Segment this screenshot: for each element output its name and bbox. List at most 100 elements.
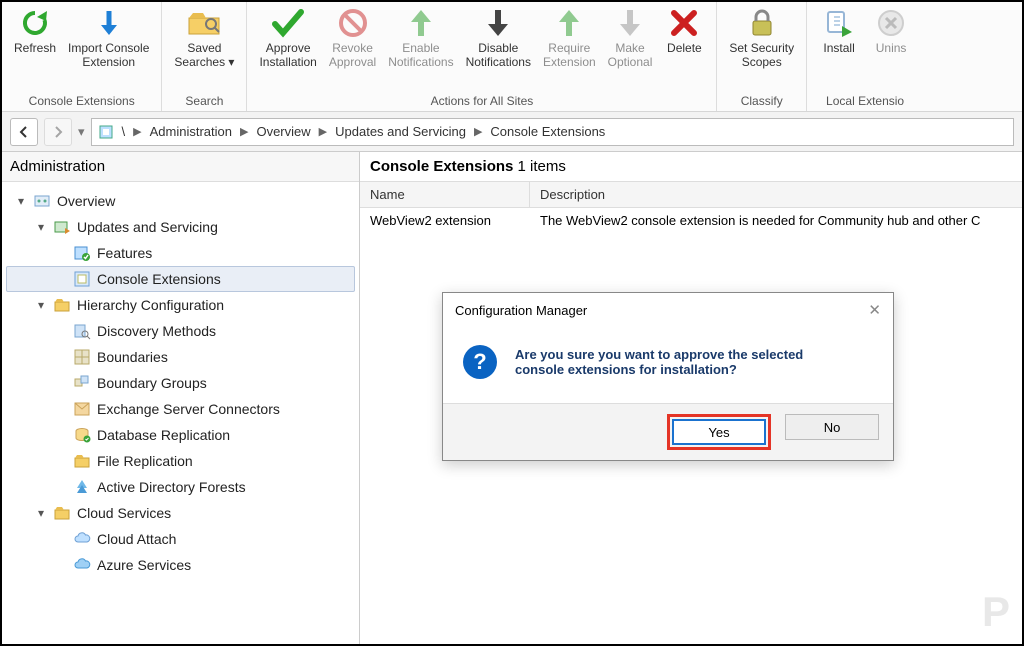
require-extension-button[interactable]: Require Extension [537,4,602,72]
delete-x-icon [667,6,701,40]
table-row[interactable]: WebView2 extension The WebView2 console … [360,208,1022,233]
dialog-title: Configuration Manager [455,303,587,318]
tree-item-active-directory-forests[interactable]: Active Directory Forests [6,474,355,500]
import-icon [92,6,126,40]
crumb-administration[interactable]: Administration [146,124,236,139]
ribbon-group-search: Saved Searches ▾ Search [162,2,247,111]
list-count: 1 items [518,158,566,175]
tree-item-label: Boundaries [97,349,168,365]
tree-item-boundaries[interactable]: Boundaries [6,344,355,370]
tree-item-updates-and-servicing[interactable]: ▾Updates and Servicing [6,214,355,240]
tree-item-label: File Replication [97,453,193,469]
saved-searches-button[interactable]: Saved Searches ▾ [168,4,240,72]
tree-item-file-replication[interactable]: File Replication [6,448,355,474]
yes-button[interactable]: Yes [672,419,766,445]
arrow-up-green-icon [404,6,438,40]
crumb-console-ext[interactable]: Console Extensions [486,124,609,139]
confirmation-dialog: Configuration Manager ✕ ? Are you sure y… [442,292,894,461]
tree-item-cloud-services[interactable]: ▾Cloud Services [6,500,355,526]
grid-header: Name Description [360,182,1022,208]
tree-item-label: Azure Services [97,557,191,573]
tree-twisty-icon[interactable]: ▾ [35,298,47,312]
make-optional-button[interactable]: Make Optional [602,4,659,72]
breadcrumb-bar: ▾ \ ▶ Administration ▶ Overview ▶ Update… [2,112,1022,152]
tree-item-console-extensions[interactable]: Console Extensions [6,266,355,292]
revoke-icon [336,6,370,40]
list-title: Console Extensions [370,158,513,175]
install-button[interactable]: Install [813,4,865,58]
tree-item-overview[interactable]: ▾ Overview [6,188,355,214]
tree-item-boundary-groups[interactable]: Boundary Groups [6,370,355,396]
tree-item-exchange-server-connectors[interactable]: Exchange Server Connectors [6,396,355,422]
tree-item-label: Features [97,245,152,261]
tree-item-label: Discovery Methods [97,323,216,339]
cell-description: The WebView2 console extension is needed… [530,211,1022,230]
install-icon [822,6,856,40]
revoke-approval-button[interactable]: Revoke Approval [323,4,382,72]
arrow-down-dark-icon [481,6,515,40]
tree-item-azure-services[interactable]: Azure Services [6,552,355,578]
tree-twisty-icon[interactable]: ▾ [15,194,27,208]
chevron-right-icon: ▶ [133,125,141,138]
boundaries-icon [73,348,91,366]
breadcrumb[interactable]: \ ▶ Administration ▶ Overview ▶ Updates … [91,118,1014,146]
uninstall-button[interactable]: Unins [865,4,917,58]
dialog-close-button[interactable]: ✕ [868,301,881,319]
arrow-up-green-icon [552,6,586,40]
crumb-updates[interactable]: Updates and Servicing [331,124,470,139]
ribbon-group-actions: Approve Installation Revoke Approval Ena… [247,2,717,111]
tree-item-label: Overview [57,193,115,209]
tree-item-label: Console Extensions [97,271,221,287]
col-name[interactable]: Name [360,182,530,207]
refresh-button[interactable]: Refresh [8,4,62,58]
crumb-root[interactable]: \ [118,124,130,139]
exchange-icon [73,400,91,418]
tree-item-label: Database Replication [97,427,230,443]
nav-forward-button[interactable] [44,118,72,146]
question-icon: ? [463,345,497,379]
refresh-icon [18,6,52,40]
tree-twisty-icon[interactable]: ▾ [35,220,47,234]
overview-icon [33,192,51,210]
ribbon-group-console-extensions: Refresh Import Console Extension Console… [2,2,162,111]
ribbon-group-local-extension: Install Unins Local Extensio [807,2,923,111]
ad-forests-icon [73,478,91,496]
tree-item-database-replication[interactable]: Database Replication [6,422,355,448]
nav-back-button[interactable] [10,118,38,146]
delete-button[interactable]: Delete [658,4,710,58]
tree-item-features[interactable]: Features [6,240,355,266]
chevron-right-icon: ▶ [240,125,248,138]
tree-item-label: Boundary Groups [97,375,207,391]
chevron-right-icon: ▶ [474,125,482,138]
crumb-overview[interactable]: Overview [252,124,314,139]
tree-item-cloud-attach[interactable]: Cloud Attach [6,526,355,552]
chevron-right-icon: ▶ [319,125,327,138]
updates-icon [53,218,71,236]
check-icon [271,6,305,40]
lock-icon [745,6,779,40]
highlight-annotation: Yes [667,414,771,450]
ribbon-group-label: Actions for All Sites [253,92,710,111]
dialog-message: Are you sure you want to approve the sel… [515,345,835,379]
sidebar-title: Administration [2,152,359,182]
tree-item-hierarchy-configuration[interactable]: ▾Hierarchy Configuration [6,292,355,318]
tree-item-discovery-methods[interactable]: Discovery Methods [6,318,355,344]
enable-notifications-button[interactable]: Enable Notifications [382,4,459,72]
discovery-icon [73,322,91,340]
col-description[interactable]: Description [530,182,1022,207]
approve-installation-button[interactable]: Approve Installation [253,4,322,72]
list-header: Console Extensions 1 items [360,152,1022,182]
boundary-groups-icon [73,374,91,392]
disable-notifications-button[interactable]: Disable Notifications [460,4,537,72]
features-icon [73,244,91,262]
tree-item-label: Active Directory Forests [97,479,246,495]
tree-twisty-icon[interactable]: ▾ [35,506,47,520]
ribbon-group-label: Console Extensions [8,92,155,111]
refresh-label: Refresh [14,42,56,56]
no-button[interactable]: No [785,414,879,440]
folder-search-icon [187,6,221,40]
set-security-scopes-button[interactable]: Set Security Scopes [723,4,800,72]
import-console-extension-button[interactable]: Import Console Extension [62,4,155,72]
ribbon-group-label: Search [168,92,240,111]
cloud-attach-icon [73,530,91,548]
